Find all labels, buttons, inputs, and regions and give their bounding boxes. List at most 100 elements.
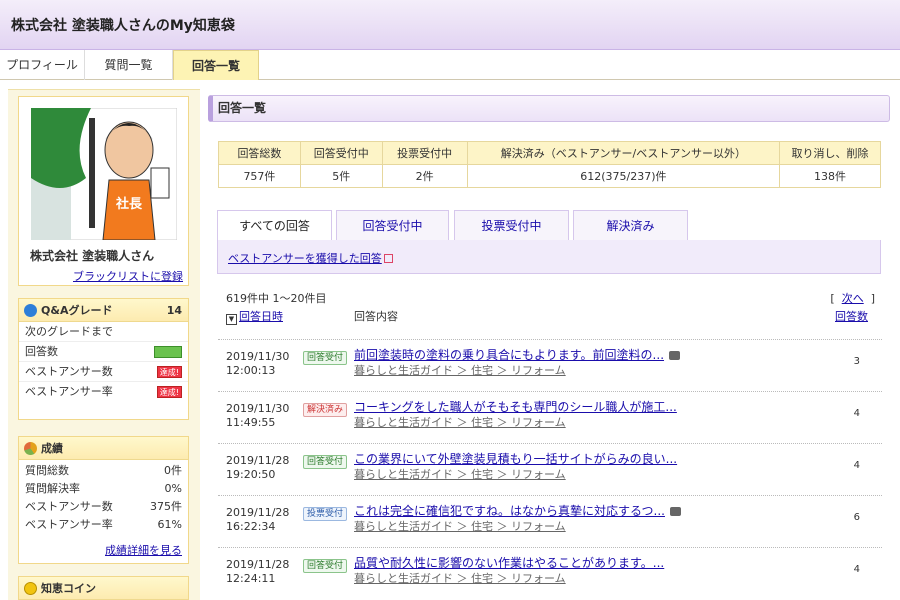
stat-row: ベストアンサー数 375件 <box>19 498 188 516</box>
result-count: 619件中 1〜20件目 <box>226 292 327 305</box>
best-answer-link[interactable]: ベストアンサーを獲得した回答 <box>228 250 393 266</box>
answer-title-link[interactable]: この業界にいて外壁塗装見積もり一括サイトがらみの良い... <box>354 452 677 466</box>
stat-label: 質問総数 <box>25 464 69 477</box>
tab-accepting-answers[interactable]: 回答受付中 <box>336 210 449 240</box>
stats-header: 取り消し、削除 <box>779 141 881 165</box>
answer-datetime: 2019/11/28 12:24:11 <box>226 558 289 586</box>
answer-filter-tabs: すべての回答 回答受付中 投票受付中 解決済み <box>217 210 881 241</box>
stats-header: 解決済み（ベストアンサー/ベストアンサー以外） <box>466 141 781 165</box>
stats-value: 5件 <box>299 164 383 188</box>
answer-date: 2019/11/28 <box>226 558 290 571</box>
answer-datetime: 2019/11/28 19:20:50 <box>226 454 289 482</box>
answer-time: 16:22:34 <box>226 520 276 533</box>
answer-time: 11:49:55 <box>226 416 276 429</box>
tab-resolved[interactable]: 解決済み <box>573 210 688 240</box>
category-breadcrumb[interactable]: 暮らしと生活ガイド ＞ 住宅 ＞ リフォーム <box>354 466 566 482</box>
performance-heading: 成績 <box>19 437 188 460</box>
grade-row: 回答数 <box>19 342 188 362</box>
stats-value: 612(375/237)件 <box>466 164 781 188</box>
list-item: 2019/11/28 12:24:11 回答受付 品質や耐久性に影響のない作業はや… <box>218 547 882 599</box>
answer-title-link[interactable]: これは完全に確信犯ですね。はなから真摯に対応するつ... <box>354 504 665 518</box>
answer-datetime: 2019/11/30 12:00:13 <box>226 350 289 378</box>
answer-datetime: 2019/11/30 11:49:55 <box>226 402 289 430</box>
answer-date: 2019/11/28 <box>226 506 290 519</box>
list-item: 2019/11/30 11:49:55 解決済み コーキングをした職人がそもそも専… <box>218 391 882 443</box>
answer-title: コーキングをした職人がそもそも専門のシール職人が施工... <box>354 398 677 415</box>
profile-name: 株式会社 塗装職人さん <box>30 249 155 263</box>
answer-stats-table: 回答総数 回答受付中 投票受付中 解決済み（ベストアンサー/ベストアンサー以外）… <box>218 141 881 188</box>
pager-bracket-close: ] <box>870 292 875 305</box>
answer-count: 6 <box>853 512 860 523</box>
grade-heading: Q&Aグレード 14 <box>19 299 188 322</box>
stat-label: ベストアンサー率 <box>25 518 113 531</box>
answer-time: 12:00:13 <box>226 364 276 377</box>
grade-row-label: ベストアンサー数 <box>25 364 113 378</box>
grade-heading-label: Q&Aグレード <box>41 304 113 317</box>
grade-next-label: 次のグレードまで <box>25 324 113 338</box>
blacklist-link[interactable]: ブラックリストに登録 <box>73 268 183 284</box>
external-link-icon <box>383 254 393 263</box>
pager: [ 次へ ] <box>830 290 875 306</box>
answer-title: 品質や耐久性に影響のない作業はやることがあります。... <box>354 554 664 571</box>
tab-questions[interactable]: 質問一覧 <box>85 50 173 80</box>
performance-detail-link[interactable]: 成績詳細を見る <box>105 542 182 558</box>
performance-box: 成績 質問総数 0件 質問解決率 0% ベストアンサー数 375件 ベストアンサー率 6… <box>18 436 189 564</box>
stat-value: 61% <box>157 518 182 531</box>
camera-icon <box>669 507 681 516</box>
answer-title-link[interactable]: コーキングをした職人がそもそも専門のシール職人が施工... <box>354 400 677 414</box>
tab-answers[interactable]: 回答一覧 <box>173 50 259 80</box>
coin-heading: 知恵コイン <box>19 577 188 600</box>
list-item: 2019/11/28 16:22:34 投票受付 これは完全に確信犯ですね。はなか… <box>218 495 882 547</box>
best-answer-link-label: ベストアンサーを獲得した回答 <box>228 252 382 265</box>
grade-row: ベストアンサー数 達成! <box>19 362 188 382</box>
sort-by-count[interactable]: 回答数 <box>835 308 868 324</box>
status-badge: 解決済み <box>303 403 348 417</box>
page-header: 株式会社 塗装職人さんのMy知恵袋 <box>0 0 900 50</box>
stats-value: 2件 <box>381 164 468 188</box>
category-breadcrumb[interactable]: 暮らしと生活ガイド ＞ 住宅 ＞ リフォーム <box>354 518 566 534</box>
next-page-link[interactable]: 次へ <box>842 292 864 305</box>
status-badge: 投票受付 <box>303 507 348 521</box>
tab-all-answers[interactable]: すべての回答 <box>217 210 332 241</box>
coin-icon <box>24 582 37 595</box>
filter-subbar: ベストアンサーを獲得した回答 <box>217 240 881 274</box>
answer-title-link[interactable]: 品質や耐久性に影響のない作業はやることがあります。... <box>354 556 664 570</box>
list-header: 619件中 1〜20件目 [ 次へ ] ▼ 回答日時 回答内容 回答数 <box>218 290 882 330</box>
grade-next-row: 次のグレードまで <box>19 322 188 342</box>
status-badge: 回答受付 <box>303 559 348 573</box>
grade-row-label: ベストアンサー率 <box>25 385 113 398</box>
sort-down-icon: ▼ <box>226 314 237 325</box>
answer-count: 4 <box>853 408 860 419</box>
answer-title: 前回塗装時の塗料の乗り具合にもよります。前回塗料の... <box>354 346 681 363</box>
stat-row: ベストアンサー率 61% <box>19 516 188 534</box>
stats-value: 757件 <box>218 164 301 188</box>
status-badge: 回答受付 <box>303 455 348 469</box>
performance-heading-label: 成績 <box>41 442 63 455</box>
sort-date-label[interactable]: 回答日時 <box>239 310 283 323</box>
answer-time: 12:24:11 <box>226 572 276 585</box>
grade-level: 14 <box>166 304 182 317</box>
stats-header: 回答受付中 <box>299 141 383 165</box>
answer-date: 2019/11/30 <box>226 402 290 415</box>
grade-row: ベストアンサー率 達成! <box>19 382 188 402</box>
stat-label: ベストアンサー数 <box>25 500 113 513</box>
coin-box: 知恵コイン <box>18 576 189 600</box>
category-breadcrumb[interactable]: 暮らしと生活ガイド ＞ 住宅 ＞ リフォーム <box>354 414 566 430</box>
answer-datetime: 2019/11/28 16:22:34 <box>226 506 289 534</box>
avatar-text: 社長 <box>115 196 143 212</box>
coin-heading-label: 知恵コイン <box>41 582 96 595</box>
tab-profile[interactable]: プロフィール <box>0 50 85 80</box>
sort-by-date[interactable]: ▼ 回答日時 <box>226 308 283 325</box>
answer-title-link[interactable]: 前回塗装時の塗料の乗り具合にもよります。前回塗料の... <box>354 348 664 362</box>
column-content-header: 回答内容 <box>354 310 398 323</box>
list-item: 2019/11/30 12:00:13 回答受付 前回塗装時の塗料の乗り具合にもよ… <box>218 339 882 391</box>
category-breadcrumb[interactable]: 暮らしと生活ガイド ＞ 住宅 ＞ リフォーム <box>354 570 566 586</box>
answer-count: 4 <box>853 564 860 575</box>
stat-label: 質問解決率 <box>25 482 80 495</box>
achieved-tag: 達成! <box>156 365 182 378</box>
category-breadcrumb[interactable]: 暮らしと生活ガイド ＞ 住宅 ＞ リフォーム <box>354 362 566 378</box>
main-content: 回答一覧 回答総数 回答受付中 投票受付中 解決済み（ベストアンサー/ベストアン… <box>208 95 890 600</box>
tab-accepting-votes[interactable]: 投票受付中 <box>454 210 569 240</box>
stats-header: 投票受付中 <box>381 141 468 165</box>
stats-value: 138件 <box>779 164 881 188</box>
